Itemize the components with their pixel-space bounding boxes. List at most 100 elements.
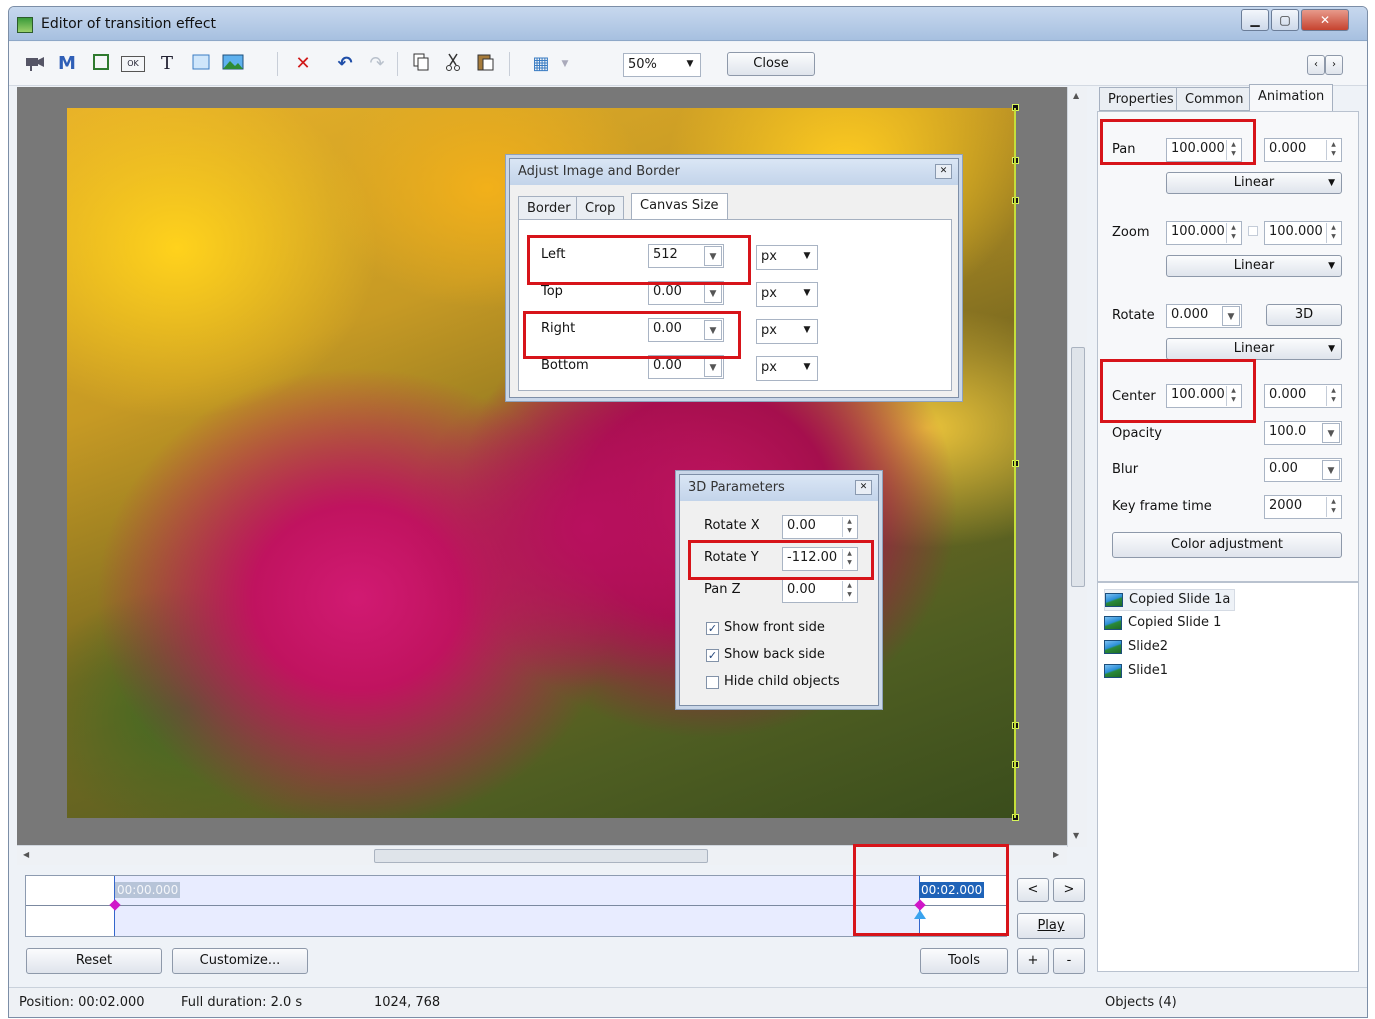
chevron-down-icon[interactable]: ▼: [1322, 423, 1340, 443]
zoom-select[interactable]: 50% ▼: [623, 53, 701, 77]
pan-y-field[interactable]: 0.000 ▲ ▼: [1264, 138, 1342, 162]
chevron-down-icon[interactable]: ▼: [704, 283, 722, 303]
center-y-field[interactable]: 0.000 ▲ ▼: [1264, 384, 1342, 408]
add-keyframe-button[interactable]: +: [1017, 948, 1049, 974]
tools-button[interactable]: Tools: [920, 948, 1008, 974]
spinner-icon[interactable]: ▲ ▼: [1326, 223, 1340, 243]
top-value: 0.00: [653, 284, 682, 299]
list-item[interactable]: Copied Slide 1: [1104, 613, 1225, 635]
close-icon[interactable]: ✕: [855, 480, 872, 495]
spinner-icon[interactable]: ▲ ▼: [1326, 497, 1340, 517]
chevron-down-icon[interactable]: ▼: [1222, 306, 1240, 326]
undo-icon[interactable]: ↶: [333, 52, 357, 76]
reset-button[interactable]: Reset: [26, 948, 162, 974]
blur-field[interactable]: 0.00 ▼: [1264, 458, 1342, 482]
spinner-icon[interactable]: ▲ ▼: [1326, 140, 1340, 160]
list-item[interactable]: Slide2: [1104, 637, 1172, 659]
scroll-up-icon[interactable]: ▲: [1073, 91, 1079, 100]
toolbar-separator: [397, 52, 398, 76]
top-unit-select[interactable]: px ▼: [756, 282, 818, 307]
customize-button[interactable]: Customize...: [172, 948, 308, 974]
chevron-down-icon: ▼: [1328, 178, 1335, 188]
maximize-button[interactable]: ▢: [1271, 9, 1299, 31]
spinner-icon[interactable]: ▲ ▼: [1226, 223, 1240, 243]
zoom-lock-checkbox[interactable]: [1248, 226, 1258, 236]
vertical-scroll-thumb[interactable]: [1071, 347, 1085, 587]
chevron-down-icon[interactable]: ▼: [1322, 460, 1340, 480]
grid-icon[interactable]: ▦: [529, 52, 553, 76]
opacity-field[interactable]: 100.0 ▼: [1264, 421, 1342, 445]
show-back-label: Show back side: [724, 647, 825, 662]
keyframe-time-field[interactable]: 2000 ▲ ▼: [1264, 495, 1342, 519]
chevron-down-icon: ▼: [803, 362, 811, 372]
tab-border[interactable]: Border: [518, 196, 580, 220]
next-keyframe-button[interactable]: >: [1053, 878, 1085, 902]
rectangle-icon[interactable]: [189, 52, 213, 76]
tab-animation[interactable]: Animation: [1249, 84, 1334, 111]
tab-properties[interactable]: Properties: [1099, 87, 1183, 111]
redo-icon[interactable]: ↷: [365, 52, 389, 76]
left-unit-select[interactable]: px ▼: [756, 245, 818, 270]
frame-icon[interactable]: [89, 52, 113, 76]
show-back-checkbox[interactable]: ✓: [706, 649, 719, 662]
paste-icon[interactable]: [473, 52, 497, 76]
tab-crop[interactable]: Crop: [576, 196, 625, 220]
show-front-checkbox[interactable]: ✓: [706, 622, 719, 635]
zoom-value: 50%: [628, 57, 657, 72]
chevron-down-icon: ▼: [686, 59, 694, 69]
rotate-x-field[interactable]: 0.00 ▲ ▼: [782, 515, 858, 539]
list-item[interactable]: Copied Slide 1a: [1104, 589, 1236, 611]
zoom-x-field[interactable]: 100.000 ▲ ▼: [1166, 221, 1242, 245]
rotate-field[interactable]: 0.000 ▼: [1166, 304, 1242, 328]
image-icon[interactable]: [221, 52, 245, 76]
toolbar-separator: [277, 52, 278, 76]
close-button[interactable]: Close: [727, 52, 815, 76]
scroll-right-icon[interactable]: ▶: [1053, 850, 1059, 859]
show-front-label: Show front side: [724, 620, 825, 635]
zoom-interp-select[interactable]: Linear ▼: [1166, 255, 1342, 277]
horizontal-scroll-thumb[interactable]: [374, 849, 708, 863]
grid-dropdown-arrow-icon[interactable]: ▼: [553, 52, 577, 76]
pan-z-field[interactable]: 0.00 ▲ ▼: [782, 579, 858, 603]
text-icon[interactable]: T: [155, 52, 179, 76]
delete-icon[interactable]: ✕: [291, 52, 315, 76]
close-icon[interactable]: ✕: [935, 164, 952, 179]
rotate-value: 0.000: [1171, 307, 1209, 322]
ok-button-icon[interactable]: OK: [121, 56, 145, 72]
zoom-y-field[interactable]: 100.000 ▲ ▼: [1264, 221, 1342, 245]
timeline-range: [114, 876, 920, 936]
nav-left-button[interactable]: ‹: [1307, 55, 1325, 75]
mask-icon[interactable]: M: [55, 52, 79, 76]
spinner-icon[interactable]: ▲ ▼: [842, 517, 856, 537]
3d-button[interactable]: 3D: [1266, 304, 1342, 326]
hide-child-checkbox[interactable]: [706, 676, 719, 689]
spinner-icon[interactable]: ▲ ▼: [1326, 386, 1340, 406]
status-position: Position: 00:02.000: [19, 995, 145, 1010]
remove-keyframe-button[interactable]: -: [1053, 948, 1085, 974]
rotate-interp-select[interactable]: Linear ▼: [1166, 338, 1342, 360]
right-unit-select[interactable]: px ▼: [756, 319, 818, 344]
scroll-down-icon[interactable]: ▼: [1073, 831, 1079, 840]
top-label: Top: [541, 284, 563, 299]
vertical-scrollbar[interactable]: ▲ ▼: [1067, 87, 1087, 847]
camera-icon[interactable]: [23, 52, 47, 76]
tab-common[interactable]: Common: [1176, 87, 1253, 111]
play-button[interactable]: Play: [1017, 913, 1085, 939]
top-unit: px: [761, 286, 777, 301]
pan-interp-select[interactable]: Linear ▼: [1166, 172, 1342, 194]
close-window-button[interactable]: ✕: [1301, 9, 1349, 31]
list-item[interactable]: Slide1: [1104, 661, 1172, 683]
spinner-icon[interactable]: ▲ ▼: [842, 581, 856, 601]
scroll-left-icon[interactable]: ◀: [23, 850, 29, 859]
prev-keyframe-button[interactable]: <: [1017, 878, 1049, 902]
minimize-button[interactable]: ▁: [1241, 9, 1269, 31]
copy-icon[interactable]: [409, 52, 433, 76]
title-bar: Editor of transition effect ▁ ▢ ✕: [9, 7, 1367, 41]
nav-right-button[interactable]: ›: [1325, 55, 1343, 75]
bottom-unit-select[interactable]: px ▼: [756, 356, 818, 381]
status-objects-count: Objects (4): [1105, 995, 1177, 1010]
chevron-down-icon[interactable]: ▼: [704, 357, 722, 377]
tab-canvas-size[interactable]: Canvas Size: [631, 193, 728, 220]
cut-icon[interactable]: [441, 52, 465, 76]
color-adjustment-button[interactable]: Color adjustment: [1112, 532, 1342, 558]
